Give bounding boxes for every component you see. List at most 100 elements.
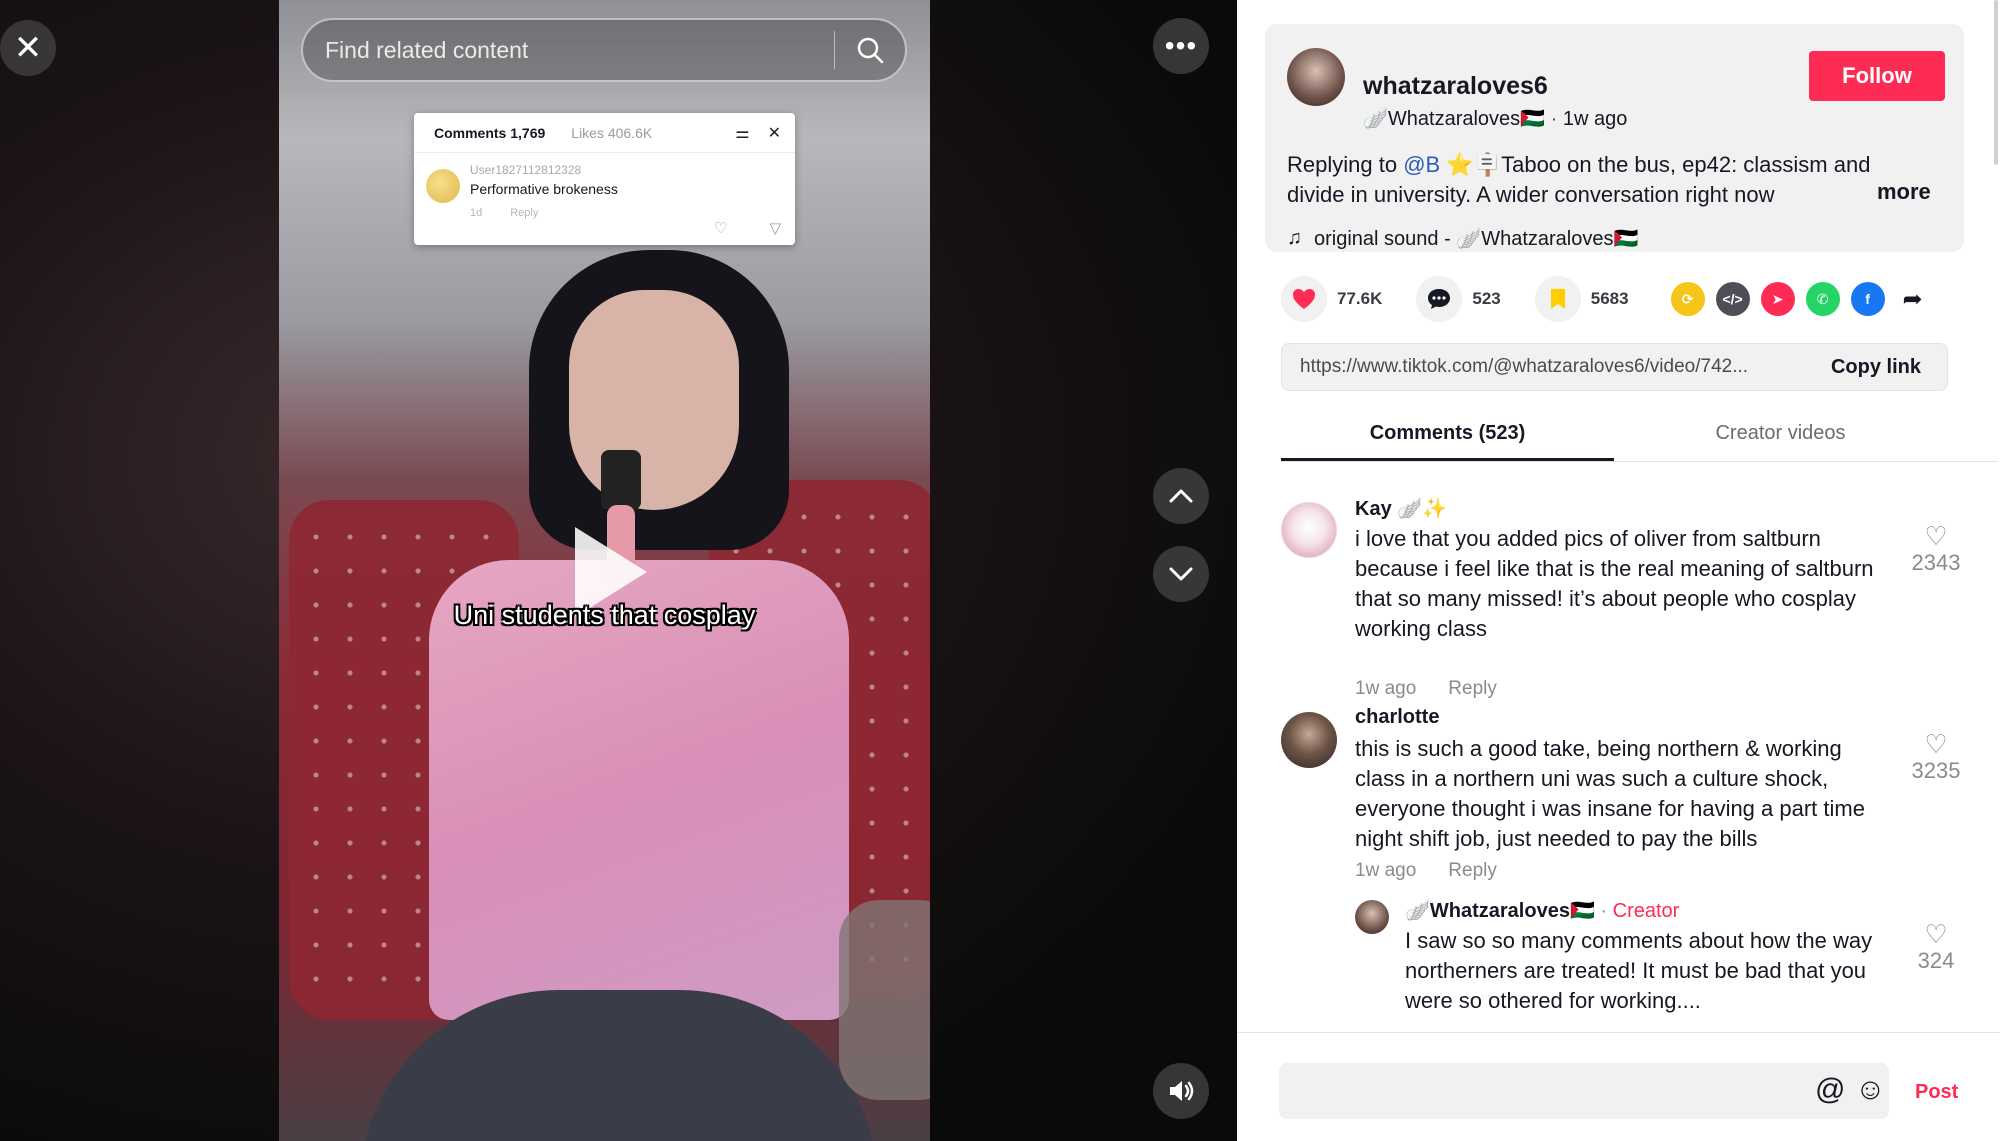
comment-like-count: 3235	[1911, 758, 1961, 783]
emoji-icon[interactable]: ☺	[1855, 1073, 1886, 1107]
like-count: 77.6K	[1337, 289, 1383, 308]
mention-icon[interactable]: @	[1815, 1073, 1845, 1107]
panel-tabs: Comments (523) Creator videos	[1281, 412, 1998, 462]
overlay-comment-reply: Reply	[510, 207, 539, 219]
sound-link[interactable]: ♫ original sound - 🪽Whatzaraloves🇵🇸	[1287, 226, 1638, 251]
video-url[interactable]: https://www.tiktok.com/@whatzaraloves6/v…	[1300, 356, 1831, 378]
comment-count: 523	[1472, 289, 1501, 308]
previous-video-button[interactable]	[1153, 468, 1209, 524]
overlay-comment-icons: ♡ ▽	[714, 219, 781, 237]
close-icon: ✕	[13, 28, 43, 68]
list-item: Kay 🪽✨ i love that you added pics of oli…	[1281, 496, 1981, 699]
follow-button[interactable]: Follow	[1809, 51, 1945, 101]
embed-icon[interactable]: </>	[1715, 282, 1750, 316]
reply-button[interactable]: Reply	[1448, 860, 1497, 882]
comment-meta: 1w ago Reply	[1355, 678, 1497, 700]
search-bar[interactable]: Find related content	[301, 18, 907, 82]
comment-input[interactable]: @ ☺	[1279, 1063, 1889, 1119]
comment-time: 1w ago	[1355, 678, 1417, 699]
overlay-header: Comments 1,769 Likes 406.6K ⚌ ✕	[414, 113, 795, 153]
details-panel: whatzaraloves6 🪽Whatzaraloves🇵🇸 · 1w ago…	[1237, 0, 2000, 1141]
overlay-comment-meta: 1d Reply	[470, 207, 795, 219]
sound-label: original sound - 🪽Whatzaraloves🇵🇸	[1314, 228, 1639, 250]
separator-dot: ·	[1600, 900, 1613, 922]
video-stage: ✕ Find related content Comments 1,769 Li…	[0, 0, 1237, 1141]
volume-button[interactable]	[1153, 1063, 1209, 1119]
save-count: 5683	[1590, 289, 1629, 308]
copy-link-button[interactable]: Copy link	[1831, 356, 1921, 379]
comment-action[interactable]: 523	[1416, 276, 1501, 322]
scrollbar[interactable]	[1994, 0, 1998, 165]
fur-coat	[839, 900, 930, 1100]
comment-like[interactable]: ♡ 3235	[1901, 730, 1971, 784]
reply-like-count: 324	[1917, 948, 1955, 973]
description-prefix: Replying to	[1287, 152, 1404, 177]
save-action[interactable]: 5683	[1534, 276, 1629, 322]
close-icon: ✕	[767, 125, 781, 142]
heart-outline-icon[interactable]: ♡	[1901, 522, 1971, 550]
tab-comments[interactable]: Comments (523)	[1281, 412, 1614, 461]
avatar[interactable]	[1281, 502, 1337, 558]
tab-creator-videos[interactable]: Creator videos	[1614, 412, 1947, 461]
more-options-button[interactable]: •••	[1153, 18, 1209, 74]
more-link[interactable]: more	[1877, 179, 1931, 205]
comment-like[interactable]: ♡ 2343	[1901, 522, 1971, 576]
overlay-tab-comments: Comments 1,769	[434, 124, 546, 141]
comment-like-count: 2343	[1911, 550, 1961, 575]
action-bar: 77.6K 523 5683 ⟳ </> ➤ ✆ f ➦	[1281, 276, 1971, 322]
heart-outline-icon[interactable]: ♡	[1901, 920, 1971, 948]
mention-link[interactable]: @B ⭐️🪧	[1403, 152, 1501, 177]
reply-item: 🪽Whatzaraloves🇵🇸 · Creator I saw so so m…	[1355, 898, 1981, 1030]
like-action[interactable]: 77.6K	[1281, 276, 1382, 322]
close-button[interactable]: ✕	[0, 20, 56, 76]
overlay-comment-time: 1d	[470, 207, 483, 219]
username[interactable]: whatzaraloves6	[1363, 72, 1548, 101]
post-description: Replying to @B ⭐️🪧Taboo on the bus, ep42…	[1287, 150, 1917, 210]
comment-bubble-icon	[1428, 289, 1451, 309]
comment-button[interactable]	[1416, 276, 1463, 322]
next-video-button[interactable]	[1153, 546, 1209, 602]
comment-list: Kay 🪽✨ i love that you added pics of oli…	[1237, 470, 2000, 1030]
post-info-card: whatzaraloves6 🪽Whatzaraloves🇵🇸 · 1w ago…	[1265, 24, 1964, 252]
post-button[interactable]: Post	[1915, 1081, 1958, 1104]
display-name: 🪽Whatzaraloves🇵🇸	[1363, 108, 1546, 130]
comment-time: 1w ago	[1355, 860, 1417, 881]
overlay-comment-user: User1827112812328	[470, 163, 582, 177]
whatsapp-icon[interactable]: ✆	[1805, 282, 1840, 316]
dislike-icon: ▽	[769, 220, 781, 237]
chevron-up-icon	[1169, 489, 1193, 503]
link-box: https://www.tiktok.com/@whatzaraloves6/v…	[1281, 343, 1948, 391]
save-button[interactable]	[1534, 276, 1581, 322]
volume-icon	[1170, 1081, 1194, 1101]
heart-outline-icon: ♡	[714, 220, 728, 237]
music-note-icon: ♫	[1287, 227, 1302, 249]
reply-author[interactable]: 🪽Whatzaraloves🇵🇸	[1405, 900, 1595, 922]
comment-text: this is such a good take, being northern…	[1355, 736, 1865, 851]
comment-text: i love that you added pics of oliver fro…	[1355, 526, 1874, 641]
comment-overlay-card: Comments 1,769 Likes 406.6K ⚌ ✕ User1827…	[414, 113, 795, 245]
reply-author-line: 🪽Whatzaraloves🇵🇸 · Creator	[1405, 898, 1679, 923]
send-icon[interactable]: ➤	[1760, 282, 1795, 316]
like-button[interactable]	[1281, 276, 1327, 322]
facebook-icon[interactable]: f	[1850, 282, 1885, 316]
creator-badge: Creator	[1612, 900, 1680, 922]
separator-dot: ·	[1550, 108, 1563, 130]
chevron-down-icon	[1169, 567, 1193, 581]
more-dots-icon: •••	[1164, 30, 1198, 61]
comment-author[interactable]: charlotte	[1355, 706, 1439, 729]
avatar[interactable]	[1281, 712, 1337, 768]
search-icon[interactable]	[835, 35, 905, 65]
overlay-controls: ⚌ ✕	[735, 123, 781, 143]
overlay-comment-text: Performative brokeness	[470, 181, 618, 197]
avatar[interactable]	[1287, 48, 1345, 106]
repost-icon[interactable]: ⟳	[1670, 282, 1705, 316]
comment-composer: @ ☺ Post	[1237, 1032, 2000, 1141]
reply-like[interactable]: ♡ 324	[1901, 920, 1971, 974]
reply-button[interactable]: Reply	[1448, 678, 1497, 700]
heart-outline-icon[interactable]: ♡	[1901, 730, 1971, 758]
bookmark-icon	[1550, 289, 1565, 309]
share-arrow-icon[interactable]: ➦	[1896, 282, 1930, 316]
comment-author[interactable]: Kay 🪽✨	[1355, 496, 1447, 521]
search-input[interactable]: Find related content	[325, 37, 834, 64]
avatar[interactable]	[1355, 900, 1389, 934]
